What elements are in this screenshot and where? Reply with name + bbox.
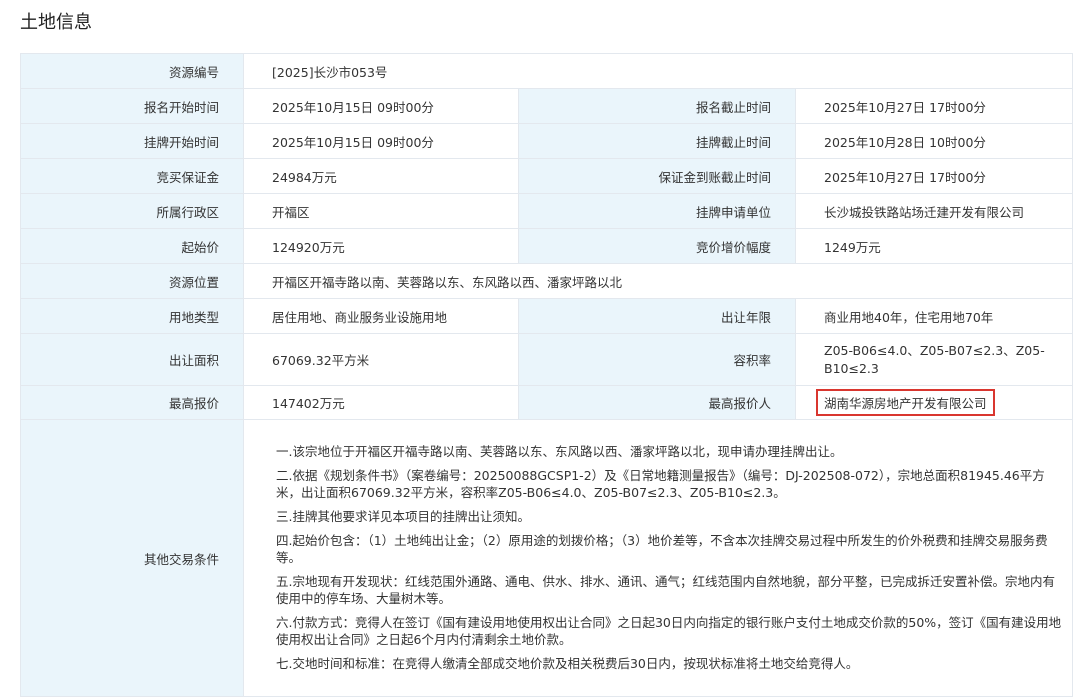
table-row: 出让面积 67069.32平方米 容积率 Z05-B06≤4.0、Z05-B07… [20, 333, 1074, 386]
field-label: 容积率 [518, 333, 796, 386]
table-row: 资源位置 开福区开福寺路以南、芙蓉路以东、东风路以西、潘家坪路以北 [20, 263, 1074, 299]
field-label: 资源位置 [20, 263, 244, 299]
field-value: 商业用地40年，住宅用地70年 [794, 298, 1074, 334]
condition-item: 七.交地时间和标准：在竞得人缴清全部成交地价款及相关税费后30日内，按现状标准将… [276, 655, 859, 671]
field-value-cell: 湖南华源房地产开发有限公司 [794, 385, 1074, 420]
page-title: 土地信息 [20, 12, 92, 33]
field-label: 报名开始时间 [20, 88, 244, 124]
field-value: 147402万元 [243, 385, 519, 420]
field-value: 24984万元 [243, 158, 519, 194]
field-value: 2025年10月27日 17时00分 [794, 158, 1074, 194]
table-row: 起始价 124920万元 竞价增价幅度 1249万元 [20, 228, 1074, 264]
field-label: 最高报价人 [518, 385, 796, 420]
field-value: 2025年10月15日 09时00分 [243, 123, 519, 159]
field-label: 保证金到账截止时间 [518, 158, 796, 194]
field-value: 开福区 [243, 193, 519, 229]
field-label: 出让面积 [20, 333, 244, 386]
field-value: [2025]长沙市053号 [242, 53, 1074, 89]
field-value: 长沙城投铁路站场迁建开发有限公司 [794, 193, 1074, 229]
field-value: 2025年10月28日 10时00分 [794, 123, 1074, 159]
table-row: 最高报价 147402万元 最高报价人 湖南华源房地产开发有限公司 [20, 385, 1074, 420]
field-value: 1249万元 [794, 228, 1074, 264]
condition-item: 四.起始价包含：（1）土地纯出让金；（2）原用途的划拨价格；（3）地价差等，不含… [276, 532, 1048, 565]
field-value: 67069.32平方米 [243, 333, 519, 386]
conditions-cell: 一.该宗地位于开福区开福寺路以南、芙蓉路以东、东风路以西、潘家坪路以北，现申请办… [242, 419, 1074, 697]
field-label: 挂牌开始时间 [20, 123, 244, 159]
table-row: 其他交易条件 一.该宗地位于开福区开福寺路以南、芙蓉路以东、东风路以西、潘家坪路… [20, 419, 1074, 697]
table-row: 报名开始时间 2025年10月15日 09时00分 报名截止时间 2025年10… [20, 88, 1074, 124]
field-label: 资源编号 [20, 53, 244, 89]
field-label: 最高报价 [20, 385, 244, 420]
condition-item: 六.付款方式：竞得人在签订《国有建设用地使用权出让合同》之日起30日内向指定的银… [276, 614, 1062, 647]
field-label: 起始价 [20, 228, 244, 264]
field-label: 竞买保证金 [20, 158, 244, 194]
top-bidder-highlight: 湖南华源房地产开发有限公司 [816, 389, 995, 416]
condition-item: 一.该宗地位于开福区开福寺路以南、芙蓉路以东、东风路以西、潘家坪路以北，现申请办… [276, 443, 843, 459]
table-row: 用地类型 居住用地、商业服务业设施用地 出让年限 商业用地40年，住宅用地70年 [20, 298, 1074, 334]
land-info-table: 资源编号 [2025]长沙市053号 报名开始时间 2025年10月15日 09… [20, 53, 1074, 697]
table-row: 挂牌开始时间 2025年10月15日 09时00分 挂牌截止时间 2025年10… [20, 123, 1074, 159]
field-label: 所属行政区 [20, 193, 244, 229]
condition-item: 三.挂牌其他要求详见本项目的挂牌出让须知。 [276, 508, 530, 524]
condition-item: 五.宗地现有开发现状：红线范围外通路、通电、供水、排水、通讯、通气；红线范围内自… [276, 573, 1055, 606]
field-value: 124920万元 [243, 228, 519, 264]
field-label: 挂牌截止时间 [518, 123, 796, 159]
field-label: 竞价增价幅度 [518, 228, 796, 264]
field-label: 用地类型 [20, 298, 244, 334]
table-row: 资源编号 [2025]长沙市053号 [20, 53, 1074, 89]
field-value: 2025年10月27日 17时00分 [794, 88, 1074, 124]
field-value: 2025年10月15日 09时00分 [243, 88, 519, 124]
field-value: 居住用地、商业服务业设施用地 [243, 298, 519, 334]
field-label: 报名截止时间 [518, 88, 796, 124]
field-label: 其他交易条件 [20, 419, 244, 697]
table-row: 所属行政区 开福区 挂牌申请单位 长沙城投铁路站场迁建开发有限公司 [20, 193, 1074, 229]
field-value: 开福区开福寺路以南、芙蓉路以东、东风路以西、潘家坪路以北 [242, 263, 1074, 299]
table-row: 竞买保证金 24984万元 保证金到账截止时间 2025年10月27日 17时0… [20, 158, 1074, 194]
field-label: 出让年限 [518, 298, 796, 334]
field-label: 挂牌申请单位 [518, 193, 796, 229]
condition-item: 二.依据《规划条件书》（案卷编号：20250088GCSP1-2）及《日常地籍测… [276, 467, 1045, 500]
field-value: Z05-B06≤4.0、Z05-B07≤2.3、Z05-B10≤2.3 [794, 333, 1074, 386]
